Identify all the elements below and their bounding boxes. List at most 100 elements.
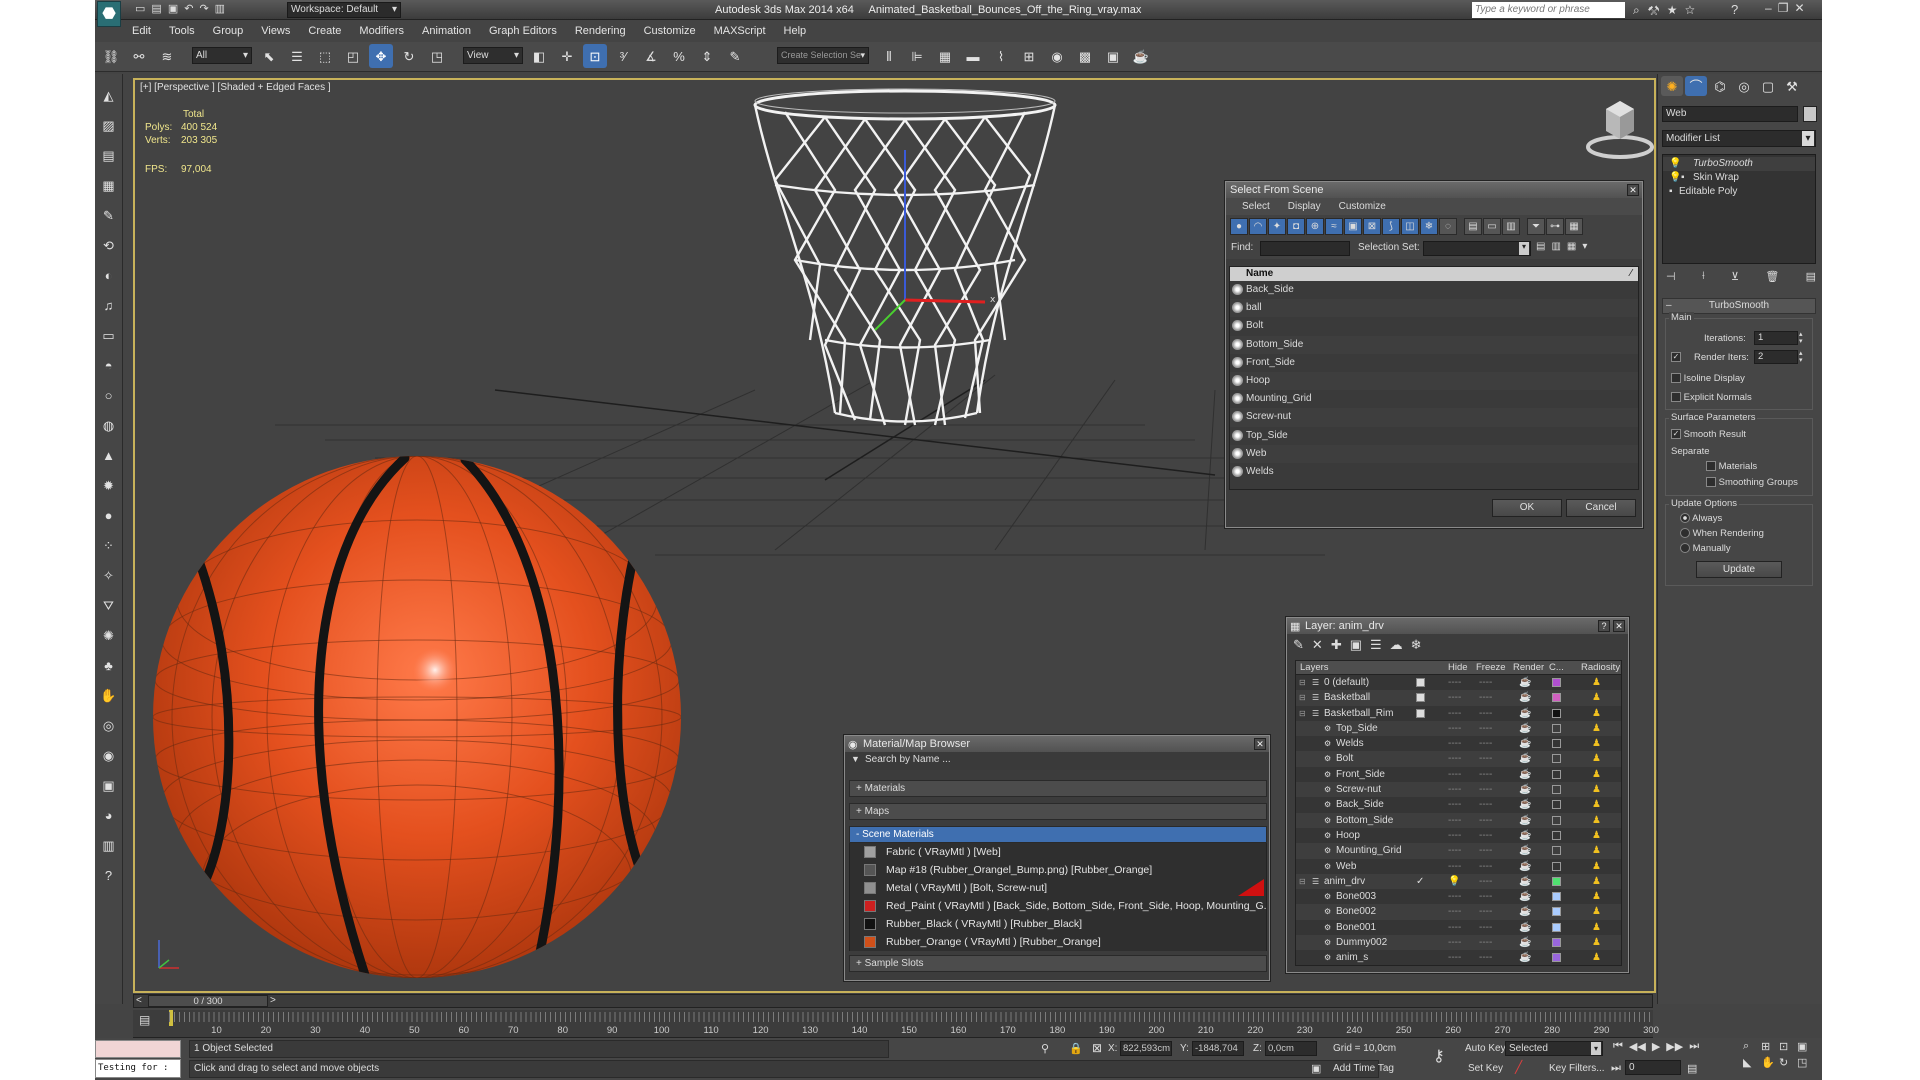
stack-item-skin-wrap[interactable]: 💡 ▪ Skin Wrap (1663, 171, 1815, 185)
sfs-name-column-header[interactable]: Name ⁄ (1230, 267, 1638, 281)
app-logo[interactable]: ⬣ (97, 1, 121, 27)
radiosity-light-icon[interactable]: ♟ (1592, 736, 1601, 751)
pin-stack-icon[interactable]: ⊣ (1666, 270, 1676, 283)
freeze-toggle[interactable]: ---- (1479, 874, 1492, 889)
radiosity-light-icon[interactable]: ♟ (1592, 935, 1601, 950)
box-icon[interactable]: ▭ (98, 322, 120, 348)
freeze-toggle[interactable]: ---- (1479, 767, 1492, 782)
scene-material-item[interactable]: Rubber_Black ( VRayMtl ) [Rubber_Black] (850, 915, 1266, 933)
window-crossing-icon[interactable]: ◰ (341, 44, 365, 68)
remove-selset-icon[interactable]: ▦ (1567, 241, 1582, 252)
freeze-toggle[interactable]: ---- (1479, 751, 1492, 766)
freeze-toggle[interactable]: ---- (1479, 706, 1492, 721)
menu-views[interactable]: Views (252, 22, 299, 40)
scene-material-item[interactable]: Rubber_Orange ( VRayMtl ) [Rubber_Orange… (850, 933, 1266, 951)
filter-lights-icon[interactable]: ✦ (1268, 218, 1286, 235)
sfs-item-hoop[interactable]: Hoop (1230, 371, 1638, 391)
layer-color-swatch[interactable] (1552, 922, 1561, 932)
utilities-tab-icon[interactable]: ⚒ (1781, 76, 1803, 96)
undo-icon[interactable]: ↶ (184, 3, 199, 15)
layer-color-swatch[interactable] (1552, 800, 1561, 810)
motion-tab-icon[interactable]: ◎ (1733, 76, 1755, 96)
col-render[interactable]: Render (1513, 661, 1544, 675)
zoom-extents-icon[interactable]: ⊡ (1779, 1040, 1797, 1053)
render-teapot-icon[interactable]: ☕ (1519, 813, 1531, 828)
create-geometry-icon[interactable]: ◭ (98, 82, 120, 108)
configure-sets-icon[interactable]: ▤ (1806, 270, 1816, 283)
maxscript-listener-pink[interactable] (95, 1040, 181, 1058)
menu-create[interactable]: Create (299, 22, 350, 40)
key-mode-toggle-icon[interactable]: ⏭ (1611, 1062, 1621, 1075)
project-icon[interactable]: ▥ (215, 3, 231, 15)
explicit-normals-checkbox[interactable]: Explicit Normals (1671, 392, 1752, 403)
lock-selection-icon[interactable]: 🔒 (1069, 1042, 1083, 1055)
save-icon[interactable]: ▣ (168, 3, 184, 15)
hide-toggle[interactable]: ---- (1448, 721, 1461, 736)
render-teapot-icon[interactable]: ☕ (1519, 950, 1531, 965)
sound-icon[interactable]: ♫ (98, 292, 120, 318)
close-icon[interactable]: ✕ (1794, 1, 1810, 15)
fov-icon[interactable]: ◣ (1743, 1056, 1761, 1069)
unlink-icon[interactable]: ⚯ (127, 44, 151, 68)
pan-icon[interactable]: ✋ (1761, 1056, 1779, 1069)
freeze-toggle[interactable]: ---- (1479, 935, 1492, 950)
radiosity-light-icon[interactable]: ♟ (1592, 797, 1601, 812)
freeze-toggle[interactable]: ---- (1479, 889, 1492, 904)
radiosity-light-icon[interactable]: ♟ (1592, 874, 1601, 889)
star-icon[interactable]: ★ (1667, 3, 1685, 17)
layer-row[interactable]: ⚙ Screw-nut ---- ---- ☕ ♟ (1296, 782, 1621, 798)
create-tab-icon[interactable]: ✺ (1661, 76, 1683, 96)
filter-geometry-icon[interactable]: ● (1230, 218, 1248, 235)
active-layer-checkbox[interactable] (1416, 693, 1425, 703)
help-icon[interactable]: ? (1731, 2, 1738, 17)
freeze-toggle[interactable]: ---- (1479, 782, 1492, 797)
torus-icon[interactable]: ◍ (98, 412, 120, 438)
layer-row[interactable]: ⚙ Dummy002 ---- ---- ☕ ♟ (1296, 935, 1621, 951)
menu-rendering[interactable]: Rendering (566, 22, 635, 40)
hide-toggle[interactable]: ---- (1448, 813, 1461, 828)
menu-maxscript[interactable]: MAXScript (705, 22, 775, 40)
particle-icon[interactable]: ⁘ (98, 532, 120, 558)
snap-3d-icon[interactable]: ³⁄ (611, 44, 635, 68)
key-filter-icon[interactable]: ╱ (1515, 1060, 1522, 1074)
viewport-label[interactable]: [+] [Perspective ] [Shaded + Edged Faces… (140, 82, 331, 93)
create-helpers-icon[interactable]: ✎ (98, 202, 120, 228)
expand-icon[interactable]: ⊟ (1299, 690, 1306, 705)
workspace-dropdown[interactable]: Workspace: Default ▾ (287, 2, 401, 18)
render-teapot-icon[interactable]: ☕ (1519, 751, 1531, 766)
render-teapot-icon[interactable]: ☕ (1519, 675, 1531, 690)
layer-manager-icon[interactable]: ▦ (933, 44, 957, 68)
render-teapot-icon[interactable]: ☕ (1519, 889, 1531, 904)
always-radio[interactable]: Always (1680, 513, 1722, 524)
hide-toggle[interactable]: ---- (1448, 859, 1461, 874)
manipulate-icon[interactable]: ✛ (555, 44, 579, 68)
sfs-selset-dropdown[interactable]: ▾ (1423, 241, 1531, 256)
select-object-icon[interactable]: ⬉ (257, 44, 281, 68)
render-teapot-icon[interactable]: ☕ (1519, 920, 1531, 935)
z-coordinate-field[interactable]: 0,0cm (1265, 1041, 1317, 1056)
freeze-all-icon[interactable]: ❄ (1411, 637, 1422, 653)
delete-layer-icon[interactable]: ✕ (1312, 637, 1323, 653)
mat-section-maps[interactable]: + Maps (849, 803, 1267, 820)
freeze-toggle[interactable]: ---- (1479, 950, 1492, 965)
filter-groups-icon[interactable]: ▣ (1344, 218, 1362, 235)
freeze-toggle[interactable]: ---- (1479, 736, 1492, 751)
layer-color-swatch[interactable] (1552, 876, 1561, 886)
add-time-tag-icon[interactable]: ▣ (1311, 1062, 1321, 1075)
selection-filter-dropdown[interactable]: All ▾ (192, 47, 252, 64)
make-unique-icon[interactable]: ⊻ (1731, 270, 1739, 283)
filter-bones-icon[interactable]: ⟆ (1382, 218, 1400, 235)
col-hide[interactable]: Hide (1448, 661, 1468, 675)
mat-close-icon[interactable]: ✕ (1254, 738, 1266, 750)
smooth-result-checkbox[interactable]: ✓ Smooth Result (1671, 429, 1746, 440)
layer-row[interactable]: ⚙ Mounting_Grid ---- ---- ☕ ♟ (1296, 843, 1621, 859)
mat-options-icon[interactable]: ▼ (851, 754, 860, 764)
sfs-menu-select[interactable]: Select (1242, 198, 1270, 215)
sfs-titlebar[interactable]: Select From Scene ✕ (1226, 182, 1642, 198)
hide-all-icon[interactable]: ☁ (1390, 637, 1403, 653)
geosphere-icon[interactable]: ○ (98, 382, 120, 408)
create-shapes-icon[interactable]: ▨ (98, 112, 120, 138)
minimize-icon[interactable]: – (1765, 1, 1778, 15)
sfs-close-icon[interactable]: ✕ (1627, 184, 1639, 196)
expand-icon[interactable]: ⊟ (1299, 675, 1306, 690)
